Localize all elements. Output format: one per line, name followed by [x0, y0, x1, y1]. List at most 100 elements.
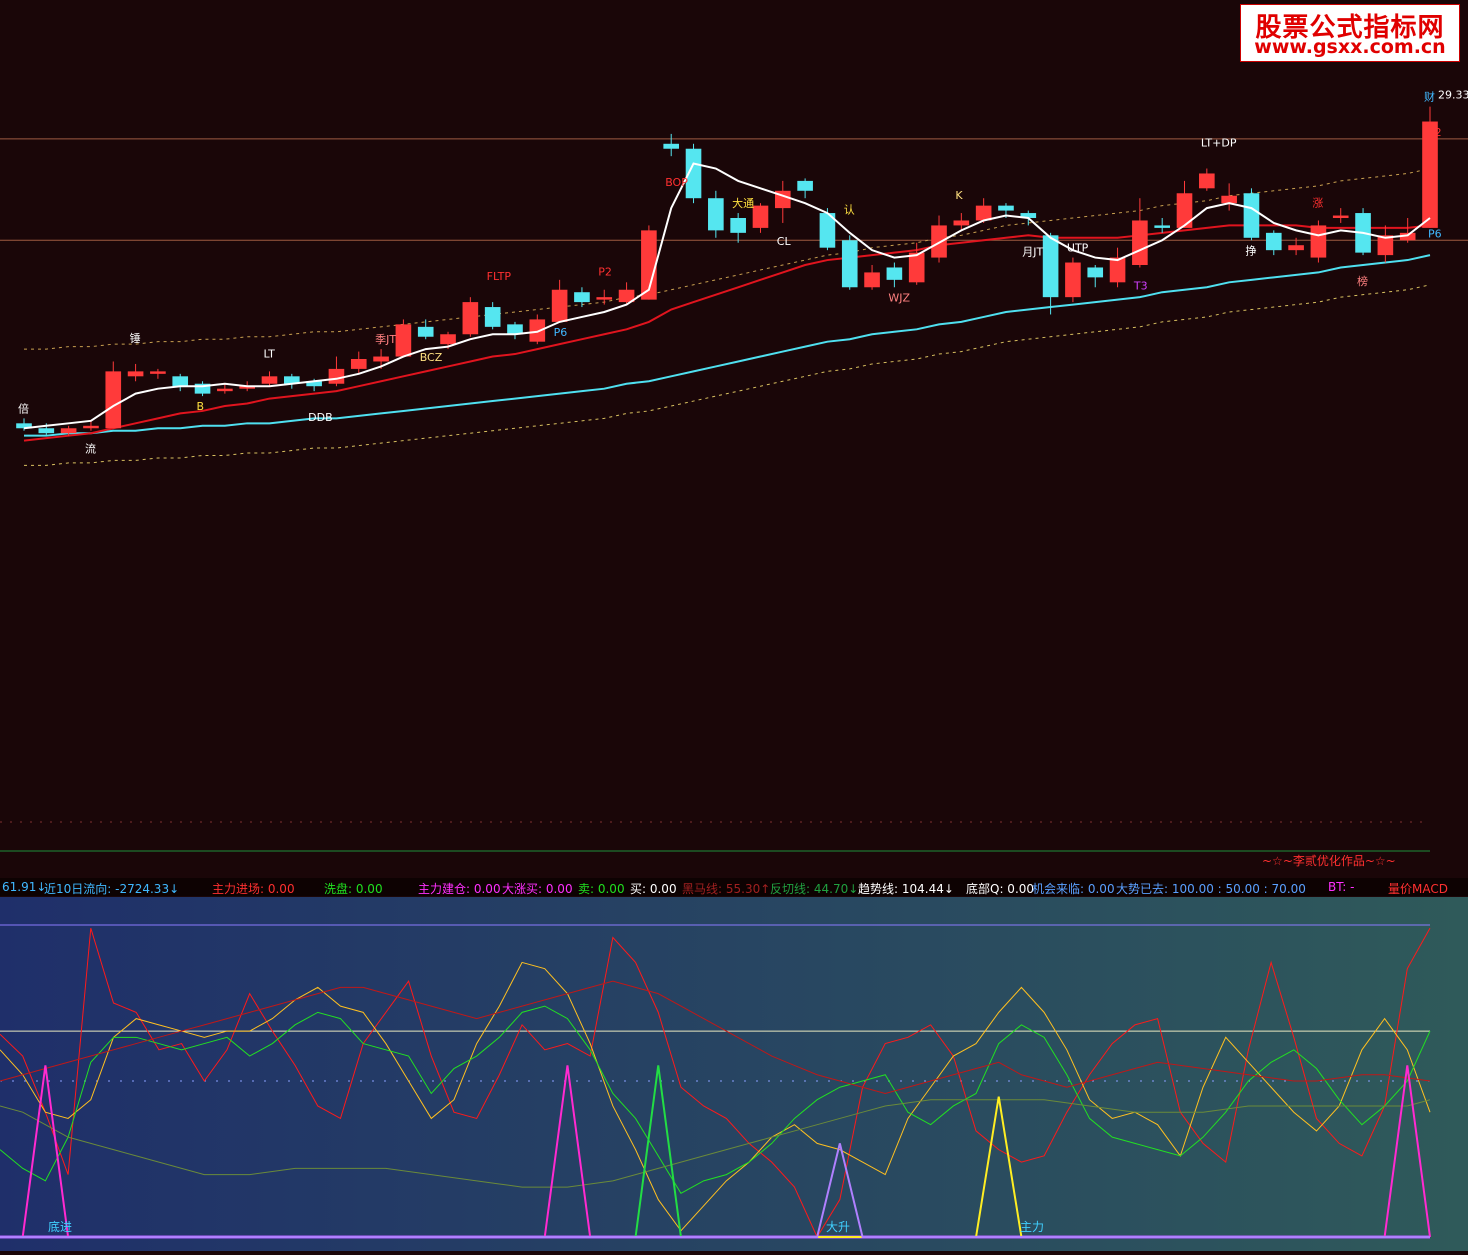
candle-body: [373, 356, 389, 362]
signal-label: CL: [777, 235, 792, 248]
candle-body: [60, 428, 77, 434]
info-item: 底部Q: 0.00: [966, 882, 1035, 896]
info-item: 卖: 0.00: [578, 882, 625, 896]
candle-body: [864, 272, 880, 288]
candle-body: [38, 428, 55, 434]
candle-body: [395, 324, 412, 357]
candle-body: [105, 371, 122, 429]
signal-label: FLTP: [487, 270, 512, 283]
info-item: 大涨买: 0.00: [502, 882, 573, 896]
candle-body: [1288, 245, 1304, 251]
candle-body: [1265, 232, 1282, 251]
candle-body: [1176, 193, 1193, 228]
candle-body: [596, 297, 613, 300]
signal-label: 流: [85, 442, 96, 456]
watermark-logo: 股票公式指标网 www.gsxx.com.cn: [1240, 4, 1460, 62]
candle-body: [574, 292, 590, 303]
signal-label: DDB: [308, 411, 333, 424]
candle-body: [261, 376, 278, 384]
candle-body: [797, 180, 813, 191]
signal-label: BOP: [665, 176, 688, 189]
candle-body: [1243, 193, 1260, 238]
signal-label: P6: [554, 326, 568, 339]
info-item: 买: 0.00: [630, 882, 677, 896]
candle-body: [417, 326, 434, 337]
candle-body: [931, 225, 947, 258]
signal-label: K: [955, 189, 963, 202]
candle-body: [1422, 121, 1438, 228]
watermark-url: www.gsxx.com.cn: [1254, 36, 1446, 58]
info-item: 洗盘: 0.00: [324, 882, 383, 896]
price-hline-label: P6: [1428, 227, 1442, 240]
signal-label: 财: [1424, 90, 1435, 104]
signal-label: 挣: [1245, 243, 1256, 257]
candle-body: [350, 359, 367, 369]
signal-label: UTP: [1067, 242, 1089, 255]
chart-stage: P2P629.33倍流锤BLTDDB季JTBCZFLTPP6P2BOP大通CL认…: [0, 0, 1468, 1251]
info-item: 量价MACD: [1388, 882, 1448, 896]
candle-body: [1065, 262, 1081, 298]
indicator-signal-label: 大升: [826, 1220, 850, 1234]
indicator-signal-label: 底进: [48, 1219, 72, 1234]
candle-body: [150, 371, 166, 374]
indicator-panel-bg: [0, 897, 1468, 1251]
candle-body: [1221, 195, 1237, 204]
signal-label: LT+DP: [1201, 137, 1237, 150]
candle-body: [841, 240, 858, 288]
info-item: 趋势线: 104.44↓: [858, 882, 954, 896]
candle-body: [529, 319, 546, 342]
indicator-signal-label: 主力: [1020, 1220, 1044, 1234]
peak-price-label: 29.33: [1438, 89, 1468, 102]
candle-body: [886, 267, 903, 280]
signal-label: 认: [844, 203, 855, 216]
signal-label: 倍: [18, 401, 29, 415]
candle-body: [440, 334, 456, 345]
candle-body: [83, 425, 99, 429]
candle-body: [1087, 267, 1104, 278]
info-item: 61.91↓: [2, 880, 47, 894]
candle-body: [908, 252, 925, 283]
candle-body: [484, 307, 501, 327]
main-panel-bg: [0, 0, 1468, 878]
info-item: 机会来临: 0.00: [1032, 882, 1115, 896]
signal-label: 榜: [1357, 274, 1368, 288]
signal-label: T3: [1133, 279, 1148, 292]
candle-body: [663, 143, 680, 149]
chart-canvas: P2P629.33倍流锤BLTDDB季JTBCZFLTPP6P2BOP大通CL认…: [0, 0, 1468, 1251]
info-item: BT: -: [1328, 880, 1355, 894]
info-item: 主力建仓: 0.00: [418, 882, 501, 896]
candle-body: [217, 388, 233, 392]
signal-label: BCZ: [420, 351, 443, 364]
candle-body: [708, 198, 724, 231]
info-item: 反切线: 44.70↓: [770, 882, 859, 896]
candle-body: [551, 289, 568, 322]
candle-body: [1310, 225, 1327, 258]
candle-body: [998, 205, 1014, 211]
candle-body: [1109, 257, 1126, 283]
candle-body: [752, 205, 769, 228]
signal-label: 涨: [1312, 196, 1323, 209]
signal-label: P2: [598, 266, 612, 279]
signal-label: 锤: [130, 331, 141, 345]
signal-label: 大通: [732, 196, 754, 210]
candle-body: [172, 376, 189, 387]
candle-body: [462, 302, 479, 335]
candle-body: [1042, 235, 1059, 298]
signal-label: 月JT: [1022, 245, 1043, 258]
candle-body: [127, 371, 144, 377]
signal-label: WJZ: [888, 291, 910, 304]
indicator-info-bar: 61.91↓ 近10日流向: -2724.33↓ 主力进场: 0.00 洗盘: 0.0…: [0, 878, 1468, 896]
candle-body: [328, 368, 345, 384]
signal-label: LT: [263, 347, 275, 360]
signal-label: 季JT: [375, 333, 396, 346]
candle-body: [1154, 225, 1171, 228]
signal-label: B: [197, 400, 205, 413]
candle-body: [1199, 173, 1215, 189]
candle-body: [1332, 215, 1349, 218]
info-item: 黑马线: 55.30↑: [682, 882, 771, 896]
author-credit: ~☆~李贰优化作品~☆~: [1262, 854, 1396, 868]
info-item: 主力进场: 0.00: [212, 882, 295, 896]
info-item: 近10日流向: -2724.33↓: [44, 882, 180, 896]
candle-body: [953, 220, 970, 226]
candle-body: [730, 218, 746, 233]
